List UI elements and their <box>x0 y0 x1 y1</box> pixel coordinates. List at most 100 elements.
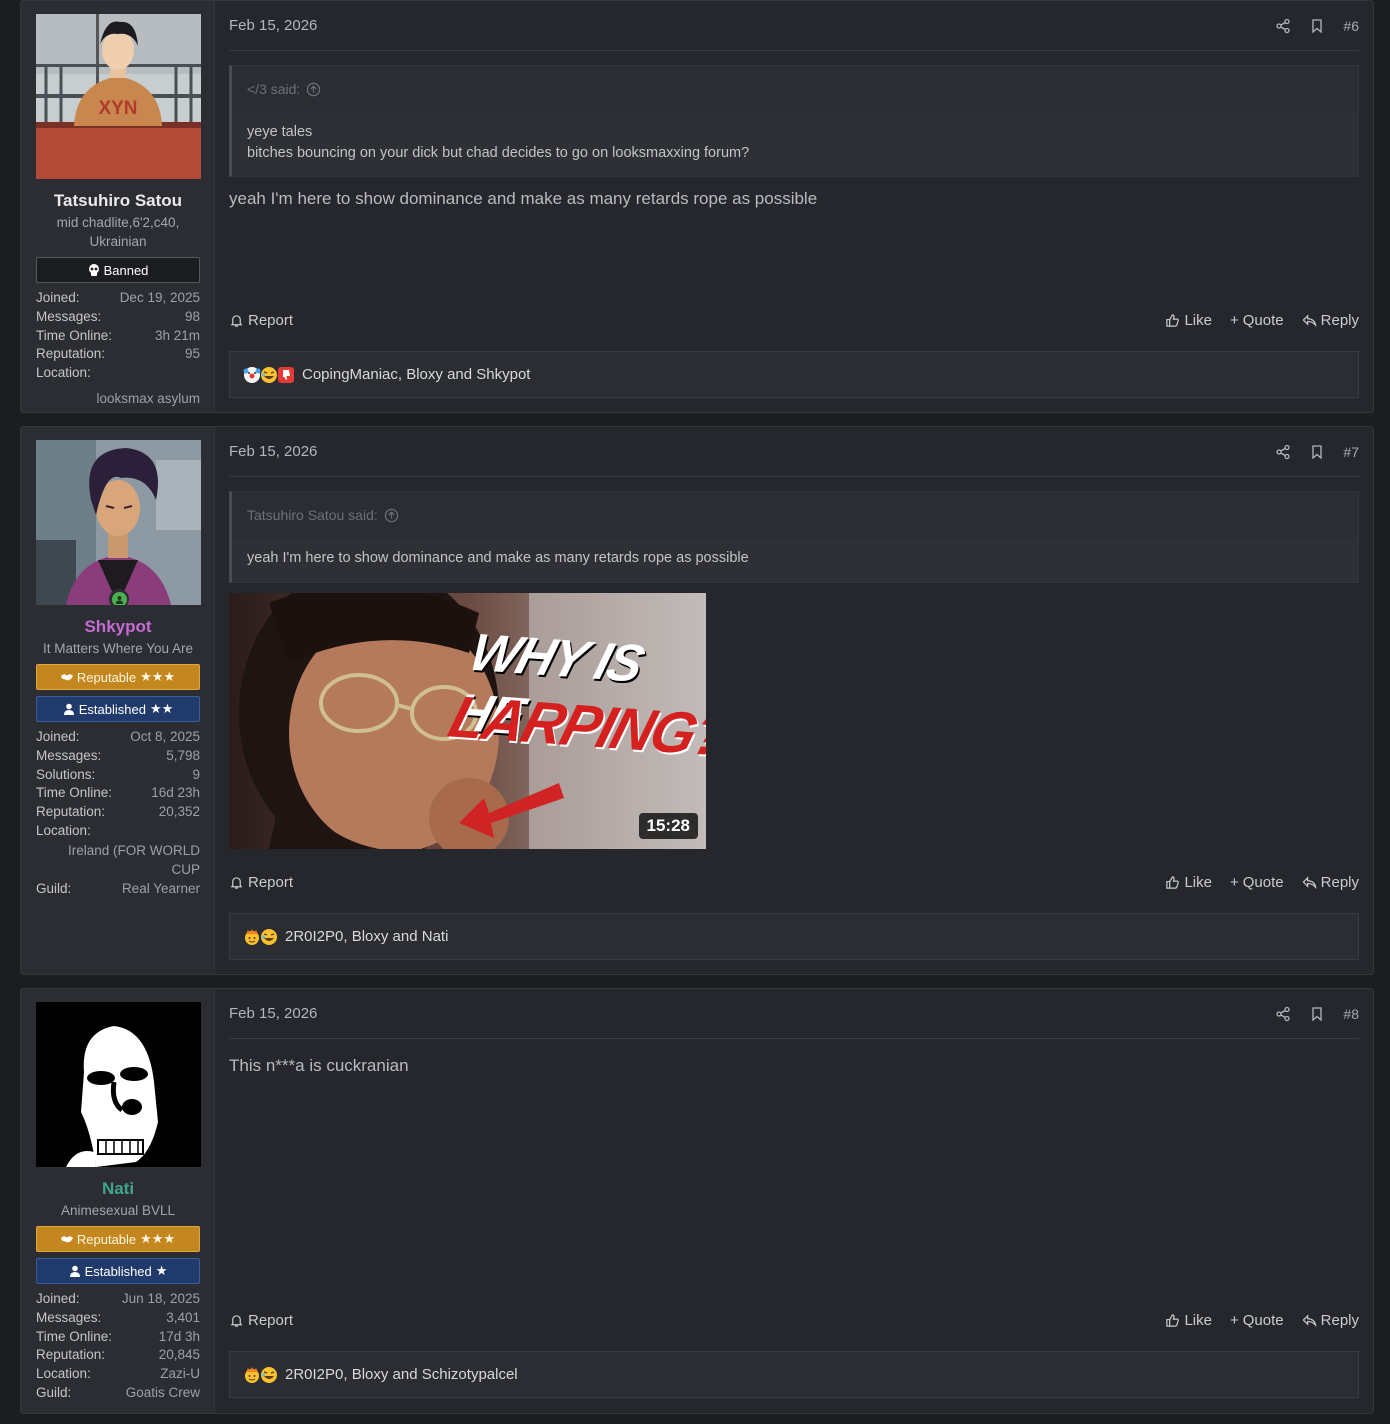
user-banner-established: Established ★ <box>36 1258 200 1284</box>
user-banner-established: Established ★★ <box>36 696 200 722</box>
post-header: Feb 15, 2026 #8 <box>229 989 1359 1039</box>
crown-icon <box>245 928 259 945</box>
user-banner-banned: Banned <box>36 257 200 283</box>
post-actions: Report Like + Quote Reply <box>229 1312 1359 1329</box>
banner-label: Established <box>84 1263 152 1279</box>
crown-icon <box>245 1366 259 1383</box>
username[interactable]: Tatsuhiro Satou <box>36 191 200 211</box>
quote-button[interactable]: + Quote <box>1230 312 1284 329</box>
username[interactable]: Nati <box>36 1179 200 1199</box>
stat-reputation: Reputation: 20,352 <box>36 804 200 820</box>
post-actions: Report Like + Quote Reply <box>229 874 1359 891</box>
online-status <box>109 589 129 605</box>
user-title: It Matters Where You Are <box>42 641 194 656</box>
user-cell: XYN Tatsuhiro Satou mid chadlite,6'2,c40… <box>21 1 215 412</box>
banner-stars: ★★★ <box>140 1231 176 1246</box>
quote-header[interactable]: </3 said: <box>232 66 1358 112</box>
arrow-up-circle-icon[interactable] <box>384 508 399 523</box>
quote-line: yeah I'm here to show dominance and make… <box>247 550 749 566</box>
quote-author: Tatsuhiro Satou said: <box>247 507 378 523</box>
user-banner-reputable: Reputable ★★★ <box>36 664 200 690</box>
stat-time-online: Time Online: 3h 21m <box>36 327 200 343</box>
user-title: mid chadlite,6'2,c40, Ukrainian <box>56 215 180 249</box>
video-duration: 15:28 <box>638 813 698 839</box>
username[interactable]: Shkypot <box>36 617 200 637</box>
avatar[interactable] <box>36 1002 201 1167</box>
reaction-icons <box>243 366 294 384</box>
report-button[interactable]: Report <box>229 1312 293 1329</box>
user-cell: Nati Animesexual BVLL Reputable ★★★ Esta… <box>21 989 215 1413</box>
reply-icon <box>1302 876 1317 890</box>
post-date[interactable]: Feb 15, 2026 <box>229 17 317 34</box>
like-button[interactable]: Like <box>1165 1312 1212 1329</box>
reaction-users[interactable]: 2R0I2P0, Bloxy and Nati <box>285 928 448 945</box>
share-icon[interactable] <box>1275 444 1291 460</box>
quote-header[interactable]: Tatsuhiro Satou said: <box>232 492 1358 538</box>
bookmark-icon[interactable] <box>1309 1006 1325 1022</box>
reaction-icons <box>243 1366 277 1384</box>
thumbs-down-icon <box>278 366 294 383</box>
banner-stars: ★★★ <box>140 669 176 684</box>
user-stats: Joined: Oct 8, 2025 Messages: 5,798 Soluti… <box>36 728 200 899</box>
plus-icon: + <box>1230 1312 1239 1329</box>
stat-messages: Messages: 3,401 <box>36 1309 200 1325</box>
handshake-icon <box>60 674 73 681</box>
like-button[interactable]: Like <box>1165 874 1212 891</box>
banner-stars: ★★ <box>149 701 174 716</box>
post-actions: Report Like + Quote Reply <box>229 312 1359 329</box>
share-icon[interactable] <box>1275 1006 1291 1022</box>
report-button[interactable]: Report <box>229 874 293 891</box>
arrow-up-circle-icon[interactable] <box>306 82 321 97</box>
reply-button[interactable]: Reply <box>1302 312 1359 329</box>
reaction-users[interactable]: CopingManiac, Bloxy and Shkypot <box>302 366 530 383</box>
bell-icon <box>230 315 243 327</box>
post-6: XYN Tatsuhiro Satou mid chadlite,6'2,c40… <box>20 0 1374 413</box>
post-date[interactable]: Feb 15, 2026 <box>229 1005 317 1022</box>
post-date[interactable]: Feb 15, 2026 <box>229 443 317 460</box>
reactions-bar[interactable]: 2R0I2P0, Bloxy and Nati <box>229 913 1359 960</box>
stat-reputation: Reputation: 20,845 <box>36 1347 200 1363</box>
plus-icon: + <box>1230 874 1239 891</box>
quote-author: </3 said: <box>247 81 301 97</box>
post-number[interactable]: #8 <box>1343 1006 1359 1022</box>
stat-joined: Joined: Dec 19, 2025 <box>36 290 200 305</box>
stat-solutions: Solutions: 9 <box>36 766 200 782</box>
quote-body: yeye tales bitches bouncing on your dick… <box>232 112 1358 176</box>
share-icon[interactable] <box>1275 18 1291 34</box>
report-button[interactable]: Report <box>229 312 293 329</box>
post-7: Shkypot It Matters Where You Are Reputab… <box>20 426 1374 975</box>
stat-joined: Joined: Jun 18, 2025 <box>36 1291 200 1306</box>
stat-location-value: looksmax asylum <box>96 390 200 406</box>
post-message: This n***a is cuckranian <box>229 1056 409 1075</box>
quote-button[interactable]: + Quote <box>1230 874 1284 891</box>
post-message: yeah I'm here to show dominance and make… <box>229 189 818 208</box>
avatar[interactable] <box>36 440 201 605</box>
banner-label: Established <box>78 701 146 717</box>
post-number[interactable]: #6 <box>1343 18 1359 34</box>
thumbs-up-icon <box>1166 1314 1180 1327</box>
user-cell: Shkypot It Matters Where You Are Reputab… <box>21 427 215 974</box>
avatar[interactable]: XYN <box>36 14 201 179</box>
avatar-image <box>36 440 201 605</box>
quote-body: yeah I'm here to show dominance and make… <box>232 538 1358 582</box>
quote-line: bitches bouncing on your dick but chad d… <box>247 145 750 161</box>
reactions-bar[interactable]: CopingManiac, Bloxy and Shkypot <box>229 351 1359 398</box>
post-header: Feb 15, 2026 #7 <box>229 427 1359 477</box>
laughing-icon <box>261 366 277 383</box>
like-button[interactable]: Like <box>1165 312 1212 329</box>
banner-stars: ★ <box>155 1263 168 1278</box>
bookmark-icon[interactable] <box>1309 444 1325 460</box>
video-embed[interactable]: WHY IS HE LARPING? 15:28 <box>229 593 706 849</box>
post-number[interactable]: #7 <box>1343 444 1359 460</box>
bookmark-icon[interactable] <box>1309 18 1325 34</box>
reply-button[interactable]: Reply <box>1302 1312 1359 1329</box>
stat-time-online: Time Online: 17d 3h <box>36 1328 200 1344</box>
quote-line: yeye tales <box>247 124 313 140</box>
reactions-bar[interactable]: 2R0I2P0, Bloxy and Schizotypalcel <box>229 1351 1359 1398</box>
reply-icon <box>1302 314 1317 328</box>
bell-icon <box>230 877 243 889</box>
quote-button[interactable]: + Quote <box>1230 1312 1284 1329</box>
reply-button[interactable]: Reply <box>1302 874 1359 891</box>
user-icon <box>69 1265 80 1277</box>
reaction-users[interactable]: 2R0I2P0, Bloxy and Schizotypalcel <box>285 1366 518 1383</box>
